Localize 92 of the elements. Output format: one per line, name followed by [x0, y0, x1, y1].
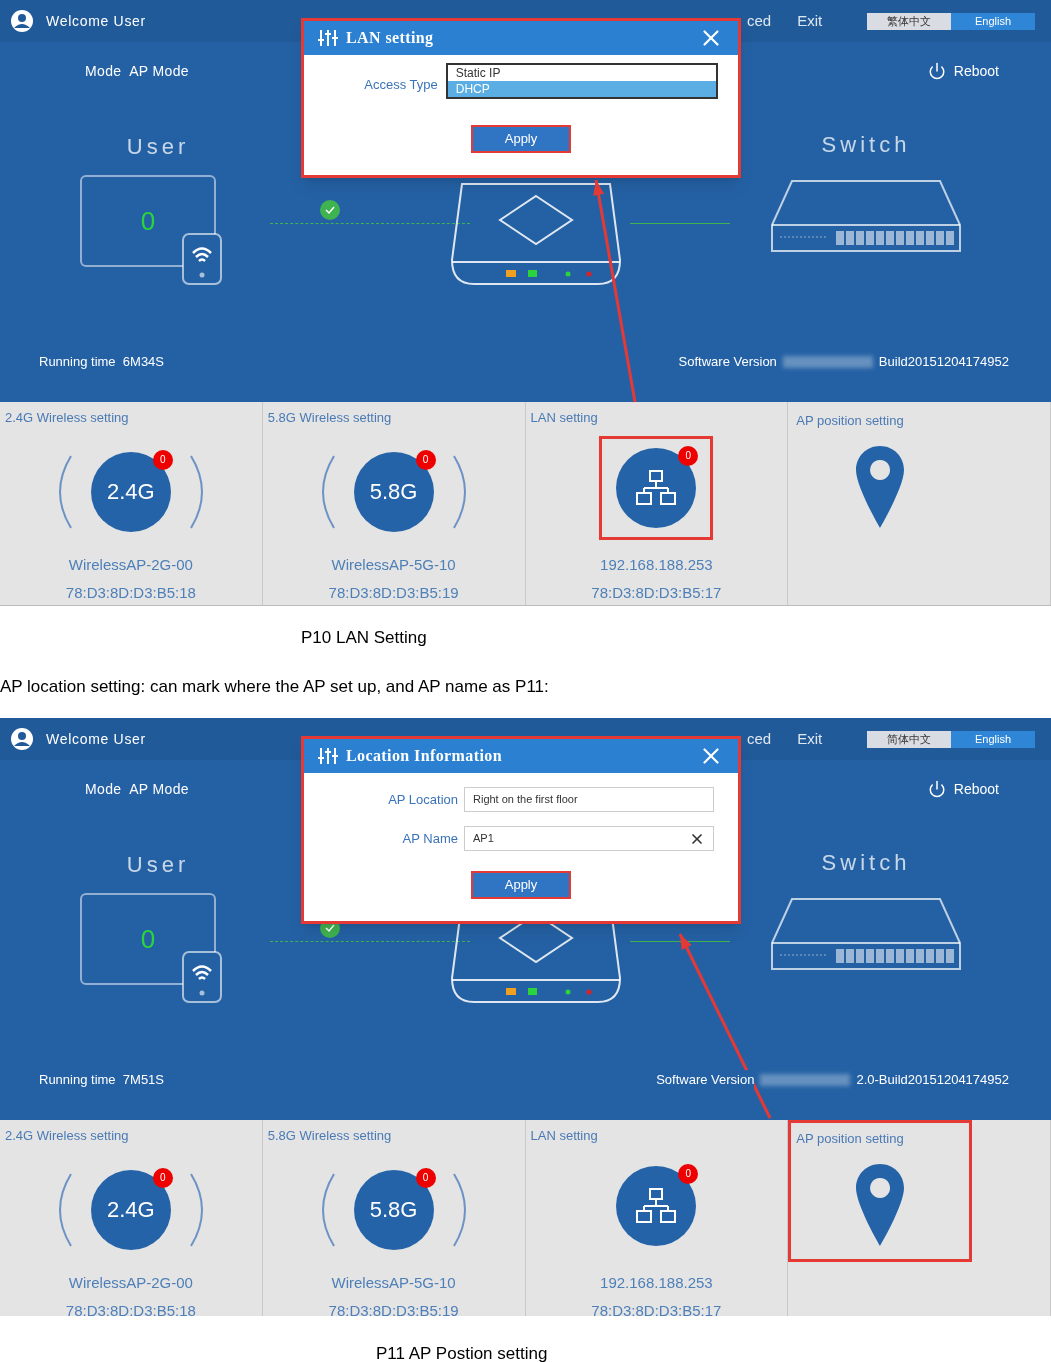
nav-link[interactable]: Exit: [797, 9, 823, 33]
tile-name: WirelessAP-2G-00: [68, 554, 193, 575]
settings-tile[interactable]: 5.8G Wireless setting 5.8G 0 WirelessAP-5G-10 78:D3:8D:D3:B5:19: [262, 402, 526, 605]
list-option[interactable]: Static IP: [447, 65, 716, 81]
switch-label: Switch: [821, 131, 911, 159]
tile-title: 5.8G Wireless setting: [267, 409, 392, 427]
software-version: Build20151204174952: [878, 353, 1009, 371]
mac-address: 78:D3:8D:D3:B5:18: [65, 1301, 196, 1316]
running-time: Running time 6M34S: [39, 353, 164, 371]
language-tab[interactable]: English: [951, 12, 1035, 30]
apply-button[interactable]: Apply: [471, 125, 571, 153]
text-field[interactable]: AP1: [464, 826, 714, 851]
mode-label: Mode AP Mode: [85, 779, 189, 799]
mac-address: 78:D3:8D:D3:B5:18: [65, 583, 196, 603]
band-button[interactable]: 2.4G 0: [90, 451, 171, 532]
language-tab[interactable]: 简体中文: [867, 730, 951, 748]
apply-button[interactable]: Apply: [471, 871, 571, 899]
power-icon: [927, 62, 946, 80]
tile-name: WirelessAP-5G-10: [331, 1272, 456, 1293]
nav-link[interactable]: ced: [747, 727, 772, 751]
user-label: User: [126, 133, 190, 161]
welcome-text: Welcome User: [46, 729, 146, 749]
tile-title: LAN setting: [530, 1127, 598, 1145]
running-time: Running time 7M51S: [39, 1071, 164, 1089]
field-label: AP Location: [387, 790, 458, 809]
network-icon: [636, 1187, 677, 1224]
tile-name: 192.168.188.253: [600, 554, 713, 575]
mac-address: 78:D3:8D:D3:B5:19: [328, 1301, 459, 1316]
reboot-button[interactable]: Reboot: [927, 778, 999, 800]
tile-title: LAN setting: [530, 409, 598, 427]
network-icon: [636, 469, 677, 506]
settings-tile[interactable]: LAN setting 0 192.168.188.253 78:D3:8D:D3:B5:17: [525, 1120, 789, 1316]
tile-name: WirelessAP-5G-10: [331, 554, 456, 575]
dialog-title: LAN setting: [346, 28, 434, 49]
band-button[interactable]: 2.4G 0: [90, 1169, 171, 1250]
count-badge: 0: [678, 1163, 699, 1184]
tile-title: AP position setting: [796, 412, 904, 430]
location-pin-icon: [855, 1162, 906, 1247]
location-pin-icon: [855, 444, 906, 529]
settings-tile[interactable]: 5.8G Wireless setting 5.8G 0 WirelessAP-5G-10 78:D3:8D:D3:B5:19: [262, 1120, 526, 1316]
count-badge: 0: [152, 449, 173, 470]
tile-name: WirelessAP-2G-00: [68, 1272, 193, 1293]
mode-label: Mode AP Mode: [85, 61, 189, 81]
tile-title: 5.8G Wireless setting: [267, 1127, 392, 1145]
figure-caption: P10 LAN Setting: [301, 628, 427, 647]
language-tab[interactable]: 繁体中文: [867, 12, 951, 30]
field-value: Right on the first floor: [473, 792, 578, 808]
tile-title: 2.4G Wireless setting: [5, 1127, 129, 1145]
software-version: 2.0-Build20151204174952: [856, 1071, 1009, 1089]
sliders-icon: [318, 747, 338, 765]
software-version-label: Software Version: [656, 1070, 755, 1090]
welcome-text: Welcome User: [46, 11, 146, 31]
user-avatar-icon: [10, 9, 34, 33]
nav-link[interactable]: ced: [747, 9, 772, 33]
lan-button[interactable]: 0: [616, 1165, 697, 1246]
sliders-icon: [318, 29, 338, 47]
field-value: AP1: [473, 831, 494, 847]
dialog-title: Location Information: [346, 746, 502, 766]
count-badge: 0: [415, 1167, 436, 1188]
tile-title: AP position setting: [796, 1130, 904, 1148]
text-field[interactable]: Right on the first floor: [464, 787, 714, 812]
mac-address: 78:D3:8D:D3:B5:17: [591, 1301, 722, 1316]
field-label: AP Name: [401, 829, 458, 848]
language-tab[interactable]: English: [951, 730, 1035, 748]
user-count: 0: [140, 922, 156, 956]
lan-button[interactable]: 0: [616, 447, 697, 528]
field-label: Access Type: [364, 76, 438, 94]
band-button[interactable]: 5.8G 0: [353, 1169, 434, 1250]
user-avatar-icon: [10, 727, 34, 751]
count-badge: 0: [152, 1167, 173, 1188]
count-badge: 0: [415, 449, 436, 470]
mac-address: 78:D3:8D:D3:B5:17: [591, 583, 722, 603]
user-label: User: [126, 851, 190, 879]
check-icon: [320, 200, 340, 220]
mac-address: 78:D3:8D:D3:B5:19: [328, 583, 459, 603]
tile-title: 2.4G Wireless setting: [5, 409, 129, 427]
body-text: AP location setting: can mark where the AP set up, and AP name as P11:: [0, 676, 550, 698]
tile-name: 192.168.188.253: [600, 1272, 713, 1293]
switch-label: Switch: [821, 849, 911, 877]
access-type-list[interactable]: Static IP DHCP: [445, 63, 718, 99]
settings-tile[interactable]: AP position setting: [788, 402, 1051, 605]
settings-tile[interactable]: LAN setting 0 192.168.188.253 78:D3:8D:D3:B5:17: [525, 402, 789, 605]
power-icon: [927, 780, 946, 798]
band-button[interactable]: 5.8G 0: [353, 451, 434, 532]
nav-link[interactable]: Exit: [797, 727, 823, 751]
settings-tile[interactable]: 2.4G Wireless setting 2.4G 0 WirelessAP-2G-00 78:D3:8D:D3:B5:18: [0, 1120, 263, 1316]
settings-tile[interactable]: AP position setting: [788, 1120, 1051, 1316]
settings-tile[interactable]: 2.4G Wireless setting 2.4G 0 WirelessAP-2G-00 78:D3:8D:D3:B5:18: [0, 402, 263, 605]
figure-caption: P11 AP Postion setting: [376, 1344, 548, 1362]
user-count: 0: [140, 204, 156, 238]
count-badge: 0: [678, 445, 699, 466]
reboot-button[interactable]: Reboot: [927, 60, 999, 82]
